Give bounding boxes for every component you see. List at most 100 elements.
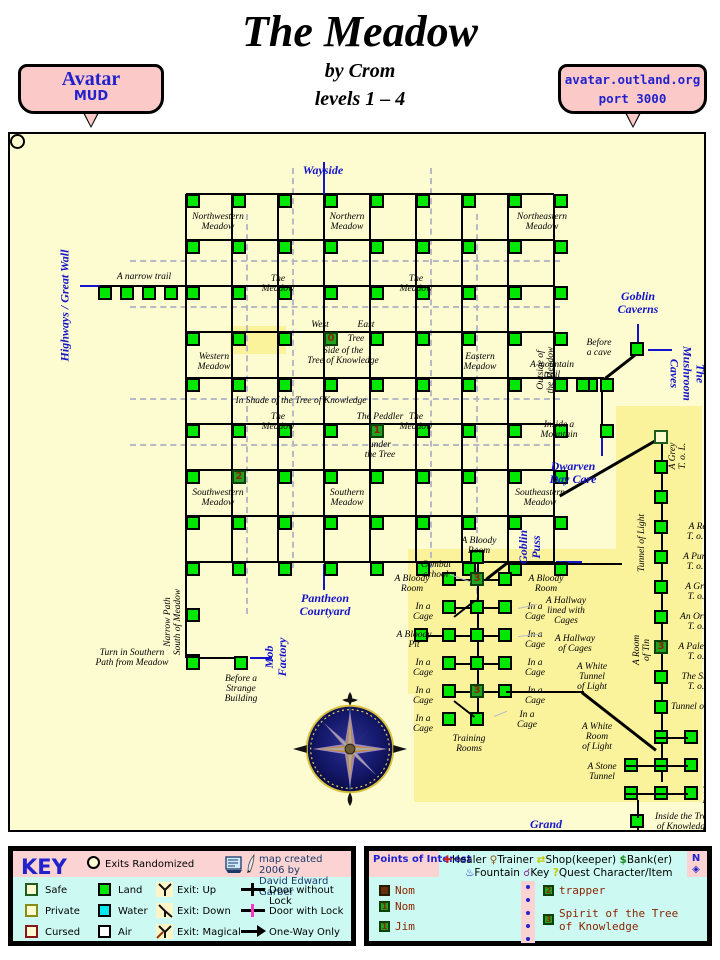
room-node[interactable]: [232, 424, 246, 438]
room-node[interactable]: [278, 516, 292, 530]
room-node[interactable]: [370, 516, 384, 530]
room-node-narrow-trail[interactable]: [164, 286, 178, 300]
room-node[interactable]: [554, 194, 568, 208]
room-node[interactable]: [554, 332, 568, 346]
room-node[interactable]: [186, 516, 200, 530]
room-node-turn-south-path[interactable]: [186, 656, 200, 670]
room-node[interactable]: [554, 286, 568, 300]
room-node[interactable]: [232, 240, 246, 254]
room-node[interactable]: [462, 240, 476, 254]
room-node[interactable]: [278, 332, 292, 346]
room-node-cage[interactable]: [442, 600, 456, 614]
room-node[interactable]: [462, 378, 476, 392]
room-node-pale-blue-tol[interactable]: [654, 670, 668, 684]
room-node[interactable]: [324, 516, 338, 530]
room-node[interactable]: [324, 194, 338, 208]
room-node[interactable]: [370, 194, 384, 208]
room-node-red-tol[interactable]: [654, 550, 668, 564]
room-node[interactable]: [462, 424, 476, 438]
room-node-narrow-trail[interactable]: [142, 286, 156, 300]
room-node[interactable]: [416, 240, 430, 254]
room-node-cage[interactable]: [498, 628, 512, 642]
room-node[interactable]: [370, 286, 384, 300]
room-node[interactable]: [416, 516, 430, 530]
room-node-before-strange-building[interactable]: [234, 656, 248, 670]
room-node[interactable]: [416, 378, 430, 392]
room-node[interactable]: [186, 378, 200, 392]
room-node-grey-tol[interactable]: [654, 520, 668, 534]
room-node-narrow-trail[interactable]: [120, 286, 134, 300]
room-node-hallway[interactable]: [470, 628, 484, 642]
room-node[interactable]: [186, 332, 200, 346]
room-node[interactable]: [232, 378, 246, 392]
room-node-narrow-path-south[interactable]: [186, 608, 200, 622]
room-node-mountain-trail[interactable]: [576, 378, 590, 392]
room-node[interactable]: [324, 470, 338, 484]
room-node-cage[interactable]: [442, 628, 456, 642]
room-node-inside-a-mountain[interactable]: [600, 424, 614, 438]
room-node[interactable]: [186, 240, 200, 254]
room-node[interactable]: [508, 194, 522, 208]
room-node[interactable]: [186, 286, 200, 300]
room-node[interactable]: [324, 562, 338, 576]
room-node[interactable]: [462, 332, 476, 346]
room-node[interactable]: [508, 240, 522, 254]
room-node-bloody-room-east[interactable]: [498, 572, 512, 586]
room-node[interactable]: [554, 378, 568, 392]
room-node-cage[interactable]: [442, 656, 456, 670]
room-node[interactable]: [324, 286, 338, 300]
room-node[interactable]: [370, 470, 384, 484]
room-node-hallway[interactable]: [470, 656, 484, 670]
room-node[interactable]: [232, 332, 246, 346]
room-node[interactable]: [554, 240, 568, 254]
room-node-tunnel[interactable]: [654, 490, 668, 504]
room-node[interactable]: [278, 562, 292, 576]
room-node-cage[interactable]: [442, 712, 456, 726]
room-node[interactable]: [232, 286, 246, 300]
room-node[interactable]: [232, 194, 246, 208]
room-node-mountain-trail[interactable]: [600, 378, 614, 392]
room-node[interactable]: [186, 470, 200, 484]
room-node[interactable]: [278, 240, 292, 254]
room-node[interactable]: [508, 286, 522, 300]
room-node-cage[interactable]: [498, 656, 512, 670]
room-node[interactable]: [324, 378, 338, 392]
room-node[interactable]: [232, 562, 246, 576]
room-node-poi-1[interactable]: 1: [370, 424, 384, 438]
room-node[interactable]: [508, 378, 522, 392]
room-node[interactable]: [416, 470, 430, 484]
room-node[interactable]: [278, 470, 292, 484]
room-node-poi-2[interactable]: 2: [232, 470, 246, 484]
room-node-tunnel[interactable]: [654, 460, 668, 474]
room-node[interactable]: [278, 378, 292, 392]
room-node[interactable]: [508, 470, 522, 484]
room-node[interactable]: [186, 562, 200, 576]
room-node[interactable]: [416, 194, 430, 208]
room-node-poi-3-combat-school[interactable]: 3: [470, 572, 484, 586]
room-node[interactable]: [324, 424, 338, 438]
room-node[interactable]: [462, 286, 476, 300]
room-node-poi-3-training-rooms[interactable]: 3: [470, 684, 484, 698]
room-node[interactable]: [508, 332, 522, 346]
room-node-poi-3-orange-tol[interactable]: 3: [654, 640, 668, 654]
room-node-stone-tunnel[interactable]: [654, 430, 668, 444]
room-node-narrow-trail[interactable]: [98, 286, 112, 300]
room-node[interactable]: [462, 470, 476, 484]
room-node[interactable]: [186, 424, 200, 438]
room-node-poi-0[interactable]: 0: [324, 332, 338, 346]
room-node[interactable]: [462, 516, 476, 530]
room-node[interactable]: [462, 194, 476, 208]
room-node-green-tol[interactable]: [654, 610, 668, 624]
room-node[interactable]: [186, 194, 200, 208]
room-node[interactable]: [508, 424, 522, 438]
room-node-cage[interactable]: [498, 600, 512, 614]
room-node[interactable]: [554, 516, 568, 530]
room-node[interactable]: [278, 194, 292, 208]
room-node-cage[interactable]: [442, 684, 456, 698]
room-node-before-a-cave[interactable]: [630, 342, 644, 356]
room-node[interactable]: [370, 332, 384, 346]
room-node[interactable]: [416, 332, 430, 346]
room-node[interactable]: [370, 378, 384, 392]
room-node[interactable]: [232, 516, 246, 530]
room-node[interactable]: [370, 240, 384, 254]
